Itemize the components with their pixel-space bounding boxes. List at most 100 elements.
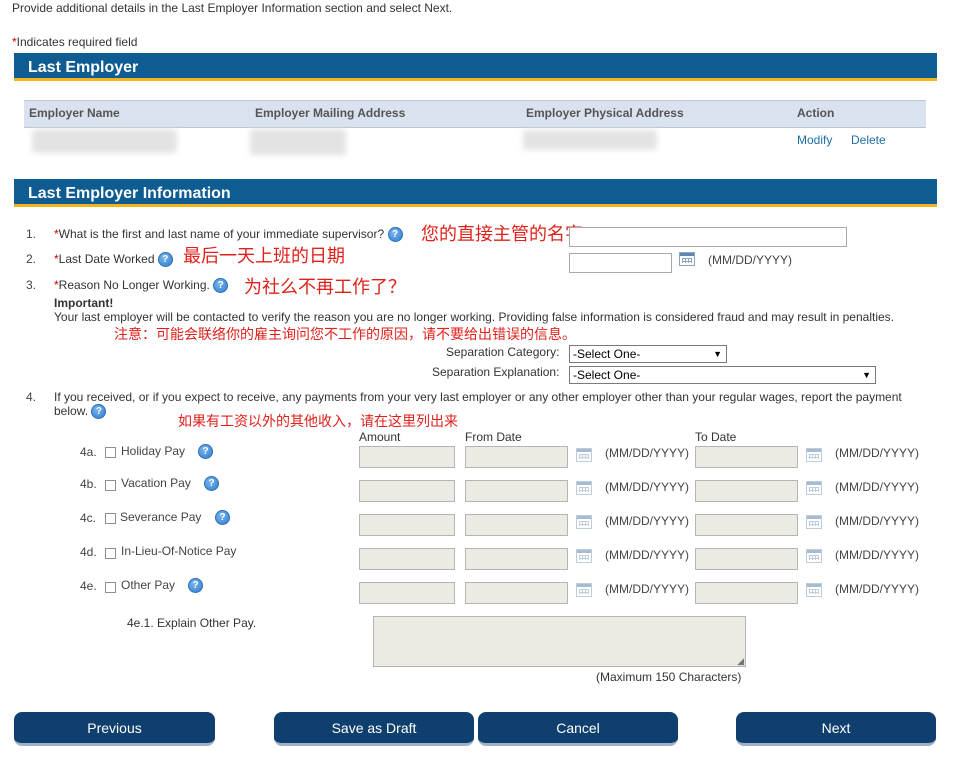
calendar-icon[interactable] xyxy=(806,481,822,495)
date-format-hint: (MM/DD/YYYY) xyxy=(605,548,689,562)
other-pay-checkbox[interactable] xyxy=(105,582,116,593)
severance-pay-amount-input[interactable] xyxy=(359,514,455,536)
help-icon[interactable]: ? xyxy=(188,578,203,593)
calendar-icon[interactable] xyxy=(806,448,822,462)
date-format-hint: (MM/DD/YYYY) xyxy=(708,253,792,267)
important-text: Your last employer will be contacted to … xyxy=(54,310,895,324)
dropdown-arrow-icon: ▼ xyxy=(713,349,722,359)
explain-other-pay-textarea[interactable]: ◢ xyxy=(373,616,746,667)
separation-category-select[interactable]: -Select One- ▼ xyxy=(569,345,727,363)
intro-text: Provide additional details in the Last E… xyxy=(12,1,453,15)
calendar-icon[interactable] xyxy=(806,515,822,529)
question-3-number: 3. xyxy=(26,278,37,292)
last-date-worked-input[interactable] xyxy=(569,253,672,273)
column-mailing-address: Employer Mailing Address xyxy=(255,106,406,120)
last-employer-info-header: Last Employer Information xyxy=(14,179,937,207)
help-icon[interactable]: ? xyxy=(198,444,213,459)
help-icon[interactable]: ? xyxy=(204,476,219,491)
separation-category-value: -Select One- xyxy=(573,347,641,361)
other-pay-from-date-input[interactable] xyxy=(465,582,568,604)
date-format-hint: (MM/DD/YYYY) xyxy=(835,548,919,562)
annotation-reason: 为社么不再工作了？ xyxy=(244,277,406,298)
vacation-pay-checkbox[interactable] xyxy=(105,480,116,491)
severance-pay-checkbox[interactable] xyxy=(105,513,116,524)
calendar-icon[interactable] xyxy=(576,583,592,597)
calendar-icon[interactable] xyxy=(806,549,822,563)
other-pay-label: Other Pay xyxy=(121,578,176,592)
previous-button[interactable]: Previous xyxy=(14,712,215,746)
severance-pay-to-date-input[interactable] xyxy=(695,514,798,536)
redacted-physical-address xyxy=(523,130,657,150)
amount-header: Amount xyxy=(359,430,401,444)
vacation-pay-to-date-input[interactable] xyxy=(695,480,798,502)
calendar-icon[interactable] xyxy=(806,583,822,597)
vacation-pay-label: Vacation Pay xyxy=(121,476,191,490)
annotation-supervisor: 您的直接主管的名字 xyxy=(421,224,583,245)
annotation-payments: 如果有工资以外的其他收入，请在这里列出来 xyxy=(178,414,458,430)
question-3-label: *Reason No Longer Working. ? xyxy=(54,278,229,294)
holiday-pay-label: Holiday Pay xyxy=(121,444,186,458)
help-icon[interactable]: ? xyxy=(91,404,107,420)
in-lieu-of-notice-pay-label: In-Lieu-Of-Notice Pay xyxy=(121,544,237,558)
in-lieu-of-notice-pay-from-date-input[interactable] xyxy=(465,548,568,570)
vacation-pay-from-date-input[interactable] xyxy=(465,480,568,502)
employer-table-row: Modify Delete xyxy=(24,127,926,163)
dropdown-arrow-icon: ▼ xyxy=(862,370,871,380)
next-button[interactable]: Next xyxy=(736,712,936,746)
to-date-header: To Date xyxy=(695,430,737,444)
row-code: 4e. xyxy=(80,579,97,593)
column-employer-name: Employer Name xyxy=(29,106,120,120)
question-2-number: 2. xyxy=(26,252,37,266)
date-format-hint: (MM/DD/YYYY) xyxy=(605,582,689,596)
redacted-mailing-address xyxy=(250,129,346,155)
last-employer-header: Last Employer xyxy=(14,53,937,81)
annotation-last-date: 最后一天上班的日期 xyxy=(183,246,345,267)
calendar-icon[interactable] xyxy=(576,481,592,495)
holiday-pay-amount-input[interactable] xyxy=(359,446,455,468)
separation-category-label: Separation Category: xyxy=(446,345,560,359)
calendar-icon[interactable] xyxy=(576,515,592,529)
in-lieu-of-notice-pay-amount-input[interactable] xyxy=(359,548,455,570)
other-pay-amount-input[interactable] xyxy=(359,582,455,604)
in-lieu-of-notice-pay-checkbox[interactable] xyxy=(105,548,116,559)
required-field-note: *Indicates required field xyxy=(12,35,137,49)
row-code: 4d. xyxy=(80,545,97,559)
help-icon[interactable]: ? xyxy=(387,227,403,243)
save-as-draft-button[interactable]: Save as Draft xyxy=(274,712,474,746)
question-2-label: *Last Date Worked ? xyxy=(54,252,173,268)
holiday-pay-from-date-input[interactable] xyxy=(465,446,568,468)
separation-explanation-select[interactable]: -Select One- ▼ xyxy=(569,366,876,384)
question-1-number: 1. xyxy=(26,227,37,241)
calendar-icon[interactable] xyxy=(576,448,592,462)
date-format-hint: (MM/DD/YYYY) xyxy=(835,582,919,596)
vacation-pay-amount-input[interactable] xyxy=(359,480,455,502)
calendar-icon[interactable] xyxy=(679,252,695,266)
holiday-pay-to-date-input[interactable] xyxy=(695,446,798,468)
severance-pay-from-date-input[interactable] xyxy=(465,514,568,536)
supervisor-question-text: What is the first and last name of your … xyxy=(58,227,385,241)
date-format-hint: (MM/DD/YYYY) xyxy=(835,446,919,460)
date-format-hint: (MM/DD/YYYY) xyxy=(835,480,919,494)
resize-grip-icon[interactable]: ◢ xyxy=(737,657,744,666)
redacted-employer-name xyxy=(32,129,177,153)
supervisor-name-input[interactable] xyxy=(569,227,847,247)
row-code: 4a. xyxy=(80,445,97,459)
holiday-pay-checkbox[interactable] xyxy=(105,447,116,458)
delete-link[interactable]: Delete xyxy=(851,133,886,147)
cancel-button[interactable]: Cancel xyxy=(478,712,678,746)
separation-explanation-label: Separation Explanation: xyxy=(432,365,560,379)
severance-pay-label: Severance Pay xyxy=(120,510,202,524)
calendar-icon[interactable] xyxy=(576,549,592,563)
other-pay-to-date-input[interactable] xyxy=(695,582,798,604)
annotation-important: 注意：可能会联络你的雇主询问您不工作的原因，请不要给出错误的信息。 xyxy=(114,327,576,343)
date-format-hint: (MM/DD/YYYY) xyxy=(605,446,689,460)
help-icon[interactable]: ? xyxy=(215,510,230,525)
from-date-header: From Date xyxy=(465,430,522,444)
column-action: Action xyxy=(797,106,835,120)
help-icon[interactable]: ? xyxy=(213,278,229,294)
in-lieu-of-notice-pay-to-date-input[interactable] xyxy=(695,548,798,570)
modify-link[interactable]: Modify xyxy=(797,133,832,147)
reason-question-text: Reason No Longer Working. xyxy=(58,278,210,292)
help-icon[interactable]: ? xyxy=(157,252,173,268)
question-1-label: *What is the first and last name of your… xyxy=(54,227,403,243)
